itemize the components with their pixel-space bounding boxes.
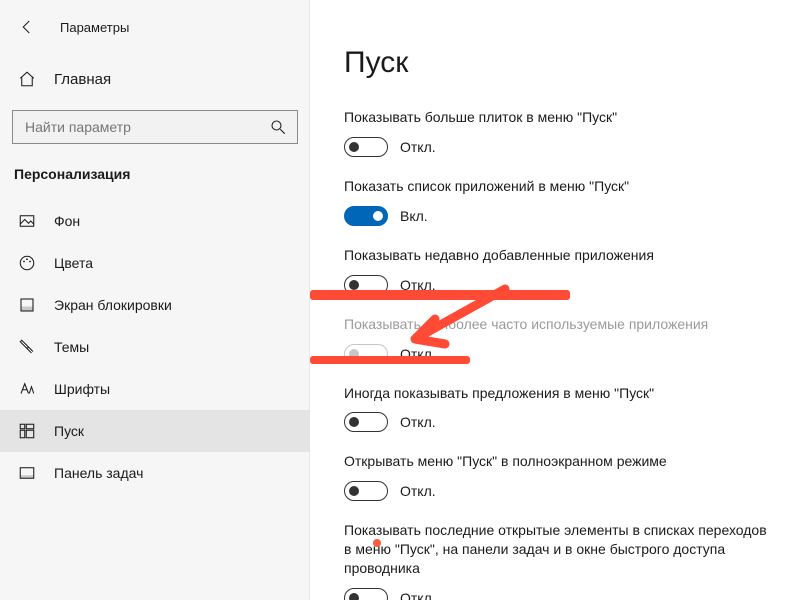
- setting-label: Иногда показывать предложения в меню "Пу…: [344, 384, 776, 403]
- sidebar-item-taskbar[interactable]: Панель задач: [0, 452, 310, 494]
- taskbar-icon: [18, 464, 36, 482]
- setting-most-used: Показывать наиболее часто используемые п…: [344, 315, 776, 364]
- search-input[interactable]: [12, 110, 298, 144]
- toggle-fullscreen[interactable]: [344, 481, 388, 501]
- sidebar-items: Фон Цвета Экран блокировки Темы Шрифты П…: [0, 200, 310, 494]
- home-icon: [18, 70, 36, 88]
- picture-icon: [18, 212, 36, 230]
- toggle-state: Откл.: [400, 139, 436, 155]
- sidebar-item-label: Темы: [54, 339, 89, 355]
- sidebar-item-colors[interactable]: Цвета: [0, 242, 310, 284]
- toggle-most-used: [344, 344, 388, 364]
- setting-fullscreen: Открывать меню "Пуск" в полноэкранном ре…: [344, 452, 776, 501]
- sidebar-item-start[interactable]: Пуск: [0, 410, 310, 452]
- sidebar-item-label: Панель задач: [54, 465, 143, 481]
- toggle-suggestions[interactable]: [344, 412, 388, 432]
- window-title: Параметры: [60, 20, 129, 35]
- toggle-state: Откл.: [400, 277, 436, 293]
- themes-icon: [18, 338, 36, 356]
- window-header: Параметры: [0, 18, 310, 36]
- lockscreen-icon: [18, 296, 36, 314]
- sidebar-item-lockscreen[interactable]: Экран блокировки: [0, 284, 310, 326]
- setting-more-tiles: Показывать больше плиток в меню "Пуск" О…: [344, 108, 776, 157]
- toggle-state: Откл.: [400, 590, 436, 600]
- setting-label: Открывать меню "Пуск" в полноэкранном ре…: [344, 452, 776, 471]
- home-label: Главная: [54, 71, 111, 88]
- setting-label: Показывать наиболее часто используемые п…: [344, 315, 776, 334]
- section-title: Персонализация: [0, 166, 310, 182]
- page-title: Пуск: [344, 46, 776, 80]
- setting-label: Показывать последние открытые элементы в…: [344, 521, 776, 578]
- back-icon[interactable]: [18, 18, 36, 36]
- setting-label: Показывать больше плиток в меню "Пуск": [344, 108, 776, 127]
- sidebar-item-background[interactable]: Фон: [0, 200, 310, 242]
- search-icon: [269, 118, 287, 136]
- sidebar-item-label: Цвета: [54, 255, 93, 271]
- toggle-more-tiles[interactable]: [344, 137, 388, 157]
- setting-suggestions: Иногда показывать предложения в меню "Пу…: [344, 384, 776, 433]
- toggle-app-list[interactable]: [344, 206, 388, 226]
- settings-window: Параметры Главная Персонализация Фон Цве…: [0, 0, 800, 600]
- start-icon: [18, 422, 36, 440]
- sidebar-item-label: Фон: [54, 213, 80, 229]
- setting-label: Показать список приложений в меню "Пуск": [344, 177, 776, 196]
- setting-recent-items: Показывать последние открытые элементы в…: [344, 521, 776, 600]
- sidebar-item-label: Экран блокировки: [54, 297, 172, 313]
- sidebar-item-fonts[interactable]: Шрифты: [0, 368, 310, 410]
- home-link[interactable]: Главная: [0, 62, 310, 96]
- content-pane: Пуск Показывать больше плиток в меню "Пу…: [310, 0, 800, 600]
- fonts-icon: [18, 380, 36, 398]
- toggle-recently-added[interactable]: [344, 275, 388, 295]
- sidebar-item-label: Пуск: [54, 423, 84, 439]
- sidebar-item-label: Шрифты: [54, 381, 110, 397]
- palette-icon: [18, 254, 36, 272]
- setting-app-list: Показать список приложений в меню "Пуск"…: [344, 177, 776, 226]
- toggle-state: Откл.: [400, 414, 436, 430]
- search-field[interactable]: [25, 119, 269, 135]
- setting-label: Показывать недавно добавленные приложени…: [344, 246, 776, 265]
- sidebar: Параметры Главная Персонализация Фон Цве…: [0, 0, 310, 600]
- setting-recently-added: Показывать недавно добавленные приложени…: [344, 246, 776, 295]
- toggle-state: Откл.: [400, 483, 436, 499]
- toggle-state: Вкл.: [400, 208, 428, 224]
- toggle-recent-items[interactable]: [344, 588, 388, 600]
- toggle-state: Откл.: [400, 346, 436, 362]
- sidebar-item-themes[interactable]: Темы: [0, 326, 310, 368]
